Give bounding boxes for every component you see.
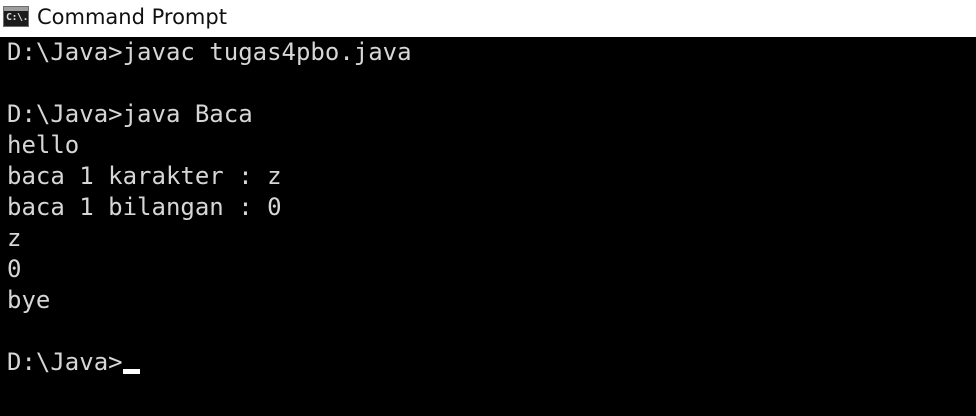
window-title: Command Prompt xyxy=(37,5,227,29)
command-prompt-window: C:\. Command Prompt D:\Java>javac tugas4… xyxy=(0,0,976,416)
console-line: hello xyxy=(7,131,80,159)
console-output-area[interactable]: D:\Java>javac tugas4pbo.java D:\Java>jav… xyxy=(0,37,976,416)
current-prompt: D:\Java> xyxy=(7,348,123,376)
title-bar[interactable]: C:\. Command Prompt xyxy=(0,0,976,36)
icon-title-strip xyxy=(4,7,28,11)
console-line: z xyxy=(7,224,22,252)
icon-glyph: C:\. xyxy=(6,12,29,23)
console-app-icon[interactable]: C:\. xyxy=(3,6,29,27)
console-line: 0 xyxy=(7,255,22,283)
console-line: bye xyxy=(7,286,51,314)
console-lines: D:\Java>javac tugas4pbo.java D:\Java>jav… xyxy=(7,37,412,378)
console-line: baca 1 karakter : z xyxy=(7,162,282,190)
console-line: D:\Java>javac tugas4pbo.java xyxy=(7,38,412,66)
active-prompt-line[interactable]: D:\Java> xyxy=(7,347,412,378)
console-line: baca 1 bilangan : 0 xyxy=(7,193,282,221)
console-line: D:\Java>java Baca xyxy=(7,100,253,128)
text-cursor xyxy=(122,368,140,374)
